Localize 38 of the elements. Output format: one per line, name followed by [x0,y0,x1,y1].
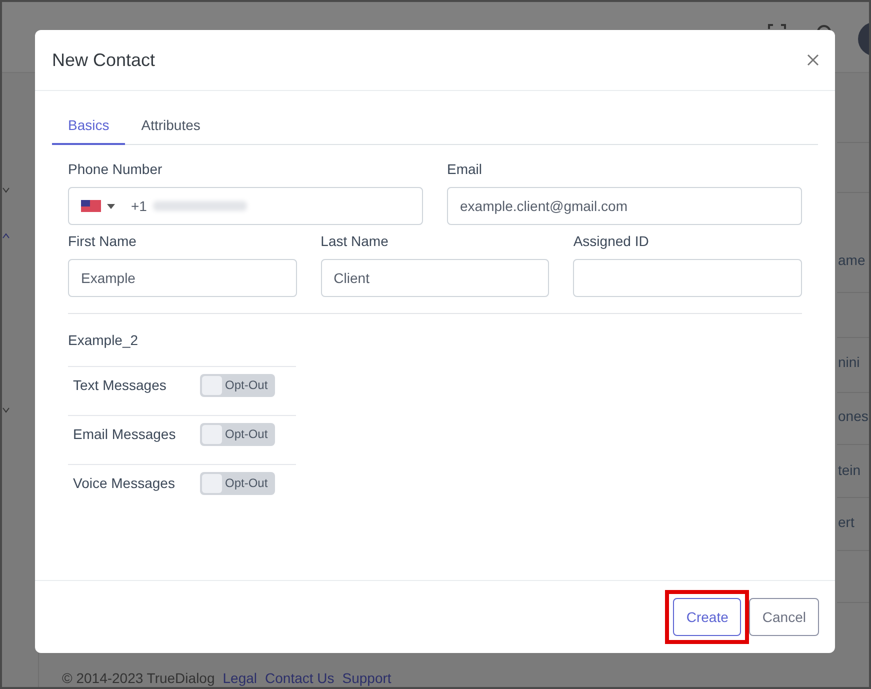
field-label: Last Name [320,233,390,251]
close-icon[interactable] [807,54,819,66]
opt-toggle[interactable]: Opt-Out [200,374,275,396]
table-cell-text: nini [838,354,861,370]
footer-link[interactable]: Support [342,670,392,686]
field-label: Phone Number [68,161,164,179]
table-cell: ones [838,408,869,424]
input-field[interactable]: Client [320,259,550,297]
field-label: Email [447,161,484,179]
cancel-button[interactable]: Cancel [749,598,819,636]
tab[interactable]: Attributes [125,109,216,145]
subscription-label: Email Messages [73,426,177,442]
section-title: Example_2 [68,332,140,348]
input-field[interactable]: example.client@gmail.com [447,187,802,225]
subscription-label: Text Messages [73,377,168,393]
chevron-down-icon[interactable] [2,407,10,413]
chevron-up-icon[interactable] [2,233,10,239]
copyright-text: © 2014-2023 TrueDialog [62,670,215,686]
field-label: Assigned ID [573,233,650,251]
chevron-down-icon[interactable] [2,187,10,193]
footer-link[interactable]: Contact Us [265,670,334,686]
input-field[interactable]: Example [68,259,297,297]
opt-toggle[interactable]: Opt-Out [200,422,275,446]
tab[interactable]: Basics [52,109,126,145]
country-code: +1 [131,198,147,214]
caret-icon [107,204,115,208]
subscription-label: Voice Messages [73,475,176,491]
field-label: First Name [68,233,138,251]
phone-field[interactable]: +1 [68,187,423,225]
flag-icon[interactable] [81,200,101,212]
create-button[interactable]: Create [673,598,742,636]
table-cell-text: tein [838,462,862,478]
input-field[interactable] [573,259,802,297]
footer-link[interactable]: Legal [222,670,258,686]
table-cell-text: ame [838,252,866,268]
opt-toggle[interactable]: Opt-Out [200,472,275,494]
dialog-title: New Contact [52,50,156,70]
table-cell-text: ert [838,514,856,530]
